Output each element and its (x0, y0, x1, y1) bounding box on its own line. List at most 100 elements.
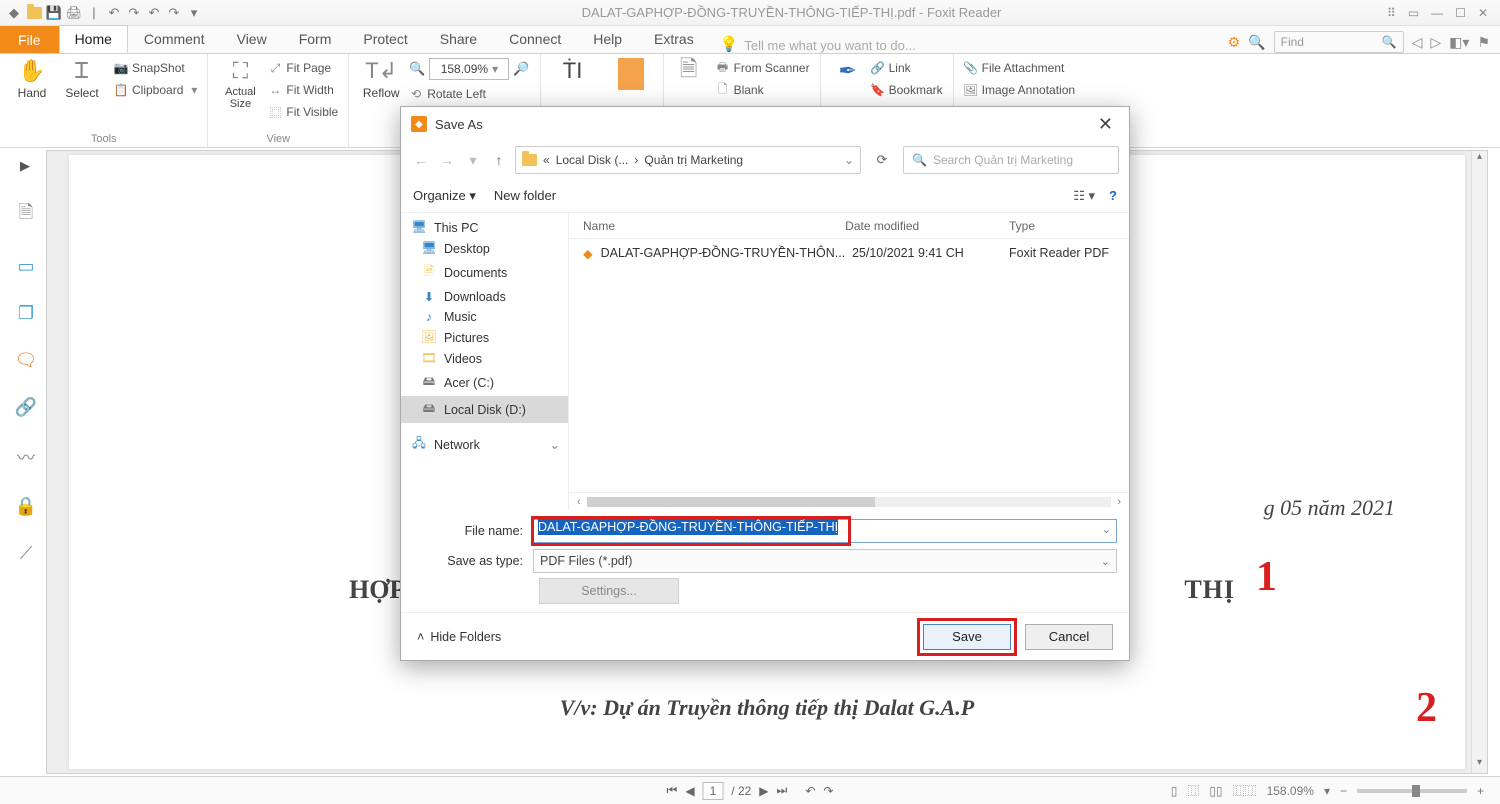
fit-page-button[interactable]: ⤢Fit Page (268, 58, 338, 78)
nav-right-icon[interactable]: ↷ (823, 784, 833, 798)
undo-icon[interactable]: ↶ (106, 5, 122, 21)
file-tab[interactable]: File (0, 26, 59, 53)
signatures-panel-icon[interactable]: 〰 (17, 444, 35, 470)
clipboard-button[interactable]: 📋Clipboard▾ (114, 80, 197, 100)
panel-toggle-icon[interactable]: ▶ (20, 158, 36, 174)
view-single-icon[interactable]: ▯ (1171, 784, 1178, 798)
cancel-button[interactable]: Cancel (1025, 624, 1113, 650)
page-input[interactable]: 1 (703, 782, 724, 800)
minimize-icon[interactable]: — (1431, 6, 1443, 20)
file-name-input[interactable]: DALAT-GAPHỢP-ĐỒNG-TRUYỀN-THÔNG-TIẾP-THỊ … (533, 519, 1117, 543)
settings-icon[interactable]: ⚙ (1228, 34, 1241, 51)
tree-desktop[interactable]: 🖥Desktop (401, 238, 568, 259)
hand-tool[interactable]: ✋Hand (10, 58, 54, 100)
extra-panel-icon[interactable]: ⟋ (20, 543, 33, 564)
typewriter-button[interactable]: ṪI (551, 58, 595, 84)
savetype-drop-icon[interactable]: ⌄ (1101, 555, 1110, 568)
ribbon-options-icon[interactable]: ◧▾ (1449, 34, 1469, 51)
redo2-icon[interactable]: ↷ (166, 5, 182, 21)
blank-button[interactable]: 🗋Blank (716, 80, 810, 100)
hscroll-right-icon[interactable]: › (1117, 496, 1121, 508)
last-page-icon[interactable]: ⏭ (777, 783, 788, 798)
tab-protect[interactable]: Protect (347, 25, 423, 53)
tree-network[interactable]: 🖧Network⌄ (401, 431, 568, 458)
fit-visible-button[interactable]: ⿴Fit Visible (268, 102, 338, 122)
view-facing-icon[interactable]: ▯▯ (1209, 784, 1222, 798)
tab-form[interactable]: Form (283, 25, 348, 53)
tree-downloads[interactable]: ⬇Downloads (401, 286, 568, 307)
tab-home[interactable]: Home (59, 25, 128, 53)
search-toggle-icon[interactable]: 🔍 (1248, 34, 1265, 51)
nav-recent-icon[interactable]: ▾ (463, 152, 483, 169)
new-folder-button[interactable]: New folder (494, 188, 556, 203)
highlight-button[interactable] (609, 58, 653, 90)
tree-pictures[interactable]: 🖼Pictures (401, 327, 568, 348)
zoom-plus-icon[interactable]: + (1477, 784, 1484, 798)
rotate-left-button[interactable]: ⟲Rotate Left (409, 84, 529, 104)
tree-this-pc[interactable]: 🖥This PC (401, 217, 568, 238)
find-input[interactable]: Find 🔍 (1274, 31, 1404, 53)
vertical-scrollbar[interactable]: ▴ ▾ (1471, 151, 1487, 773)
breadcrumb[interactable]: « Local Disk (... › Quản trị Marketing ⌄ (515, 146, 861, 174)
tree-videos[interactable]: 🎞Videos (401, 348, 568, 369)
first-page-icon[interactable]: ⏮ (667, 783, 678, 798)
list-item[interactable]: ◆ DALAT-GAPHỢP-ĐỒNG-TRUYỀN-THÔN... 25/10… (569, 239, 1129, 267)
sign-button[interactable]: ✒ (831, 58, 865, 84)
bookmark-button[interactable]: 🔖Bookmark (871, 80, 943, 100)
window-apps-icon[interactable]: ⠿ (1387, 6, 1396, 20)
tab-extras[interactable]: Extras (638, 25, 710, 53)
tree-music[interactable]: ♪Music (401, 307, 568, 327)
dialog-close-icon[interactable]: ✕ (1092, 114, 1119, 135)
zoom-input[interactable]: 158.09%▾ (429, 58, 509, 80)
breadcrumb-drop-icon[interactable]: ⌄ (844, 153, 854, 167)
link-button[interactable]: 🔗Link (871, 58, 943, 78)
breadcrumb-b[interactable]: Quản trị Marketing (644, 153, 743, 167)
list-header[interactable]: Name Date modified Type (569, 213, 1129, 239)
maximize-icon[interactable]: ☐ (1455, 6, 1466, 20)
view-mode-icon[interactable]: ☷ ▾ (1073, 188, 1095, 204)
snapshot-button[interactable]: 📷SnapShot (114, 58, 197, 78)
scroll-down-icon[interactable]: ▾ (1472, 757, 1487, 773)
organize-button[interactable]: Organize ▾ (413, 188, 476, 204)
nav-up-icon[interactable]: ↑ (489, 152, 509, 168)
pages-panel-icon[interactable]: 🗎 (19, 200, 33, 230)
ribbon-prev-icon[interactable]: ◁ (1412, 34, 1423, 51)
col-date[interactable]: Date modified (845, 219, 1009, 233)
open-icon[interactable] (26, 5, 42, 21)
refresh-icon[interactable]: ⟳ (867, 152, 897, 168)
dialog-search-input[interactable]: 🔍 Search Quản trị Marketing (903, 146, 1119, 174)
close-icon[interactable]: ✕ (1478, 6, 1488, 20)
ribbon-next-icon[interactable]: ▷ (1430, 34, 1441, 51)
hscroll-left-icon[interactable]: ‹ (577, 496, 581, 508)
col-type[interactable]: Type (1009, 219, 1129, 233)
bookmarks-panel-icon[interactable]: ▭ (17, 256, 34, 277)
col-name[interactable]: Name (583, 219, 845, 233)
next-page-icon[interactable]: ▶ (759, 784, 768, 798)
tab-connect[interactable]: Connect (493, 25, 577, 53)
ribbon-pin-icon[interactable]: ⚑ (1477, 34, 1490, 51)
attachments-panel-icon[interactable]: 🔗 (15, 397, 37, 418)
actual-size-button[interactable]: ⛶Actual Size (218, 58, 262, 110)
view-continuous-icon[interactable]: ⿲ (1187, 782, 1199, 799)
folder-tree[interactable]: 🖥This PC 🖥Desktop 🗎Documents ⬇Downloads … (401, 213, 569, 510)
zoom-out-icon[interactable]: 🔍 (409, 61, 425, 77)
tab-comment[interactable]: Comment (128, 25, 221, 53)
save-icon[interactable]: 💾 (46, 5, 62, 21)
tellme-input[interactable]: Tell me what you want to do... (744, 38, 915, 53)
zoom-in-icon[interactable]: 🔎 (513, 61, 529, 77)
qat-more-icon[interactable]: ▾ (186, 5, 202, 21)
nav-left-icon[interactable]: ↶ (805, 784, 815, 798)
hide-folders-toggle[interactable]: ˄Hide Folders (417, 630, 501, 644)
help-icon[interactable]: ? (1109, 188, 1117, 203)
scroll-up-icon[interactable]: ▴ (1472, 151, 1487, 167)
ribbon-collapse-icon[interactable]: ▭ (1408, 6, 1419, 20)
comments-panel-icon[interactable]: 🗨 (15, 350, 38, 371)
select-tool[interactable]: ᏆSelect (60, 58, 104, 100)
nav-back-icon[interactable]: ← (411, 152, 431, 168)
zoom-arrow-icon[interactable]: ▾ (1324, 784, 1330, 798)
fit-width-button[interactable]: ↔Fit Width (268, 80, 338, 100)
breadcrumb-a[interactable]: Local Disk (... (556, 153, 629, 167)
tree-documents[interactable]: 🗎Documents (401, 259, 568, 286)
security-panel-icon[interactable]: 🔒 (15, 496, 37, 517)
redo-icon[interactable]: ↷ (126, 5, 142, 21)
